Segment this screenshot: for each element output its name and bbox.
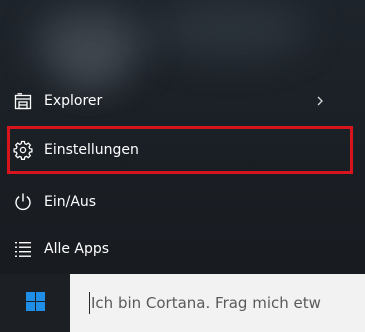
menu-item-all-apps[interactable]: Alle Apps: [0, 227, 365, 271]
search-placeholder: Ich bin Cortana. Frag mich etw: [91, 294, 321, 312]
start-button[interactable]: [0, 274, 70, 332]
windows-logo-icon: [25, 291, 45, 315]
chevron-right-icon[interactable]: [313, 91, 327, 111]
menu-item-label: Explorer: [44, 93, 103, 109]
power-icon: [13, 192, 33, 212]
file-explorer-icon: [13, 91, 33, 111]
cortana-search-box[interactable]: Ich bin Cortana. Frag mich etw: [70, 274, 365, 332]
menu-item-label: Alle Apps: [44, 241, 110, 257]
taskbar: Ich bin Cortana. Frag mich etw: [0, 274, 365, 332]
blurred-tile-background: [150, 0, 310, 60]
menu-item-explorer[interactable]: Explorer: [0, 79, 365, 123]
menu-item-settings[interactable]: Einstellungen: [0, 128, 365, 172]
start-menu: Explorer Einstellungen Ein/Aus Alle Apps: [0, 0, 365, 274]
gear-icon: [13, 140, 33, 160]
menu-item-label: Ein/Aus: [44, 194, 97, 210]
all-apps-icon: [13, 239, 33, 259]
menu-item-label: Einstellungen: [44, 142, 139, 158]
menu-item-power[interactable]: Ein/Aus: [0, 180, 365, 224]
text-caret: [89, 292, 90, 314]
